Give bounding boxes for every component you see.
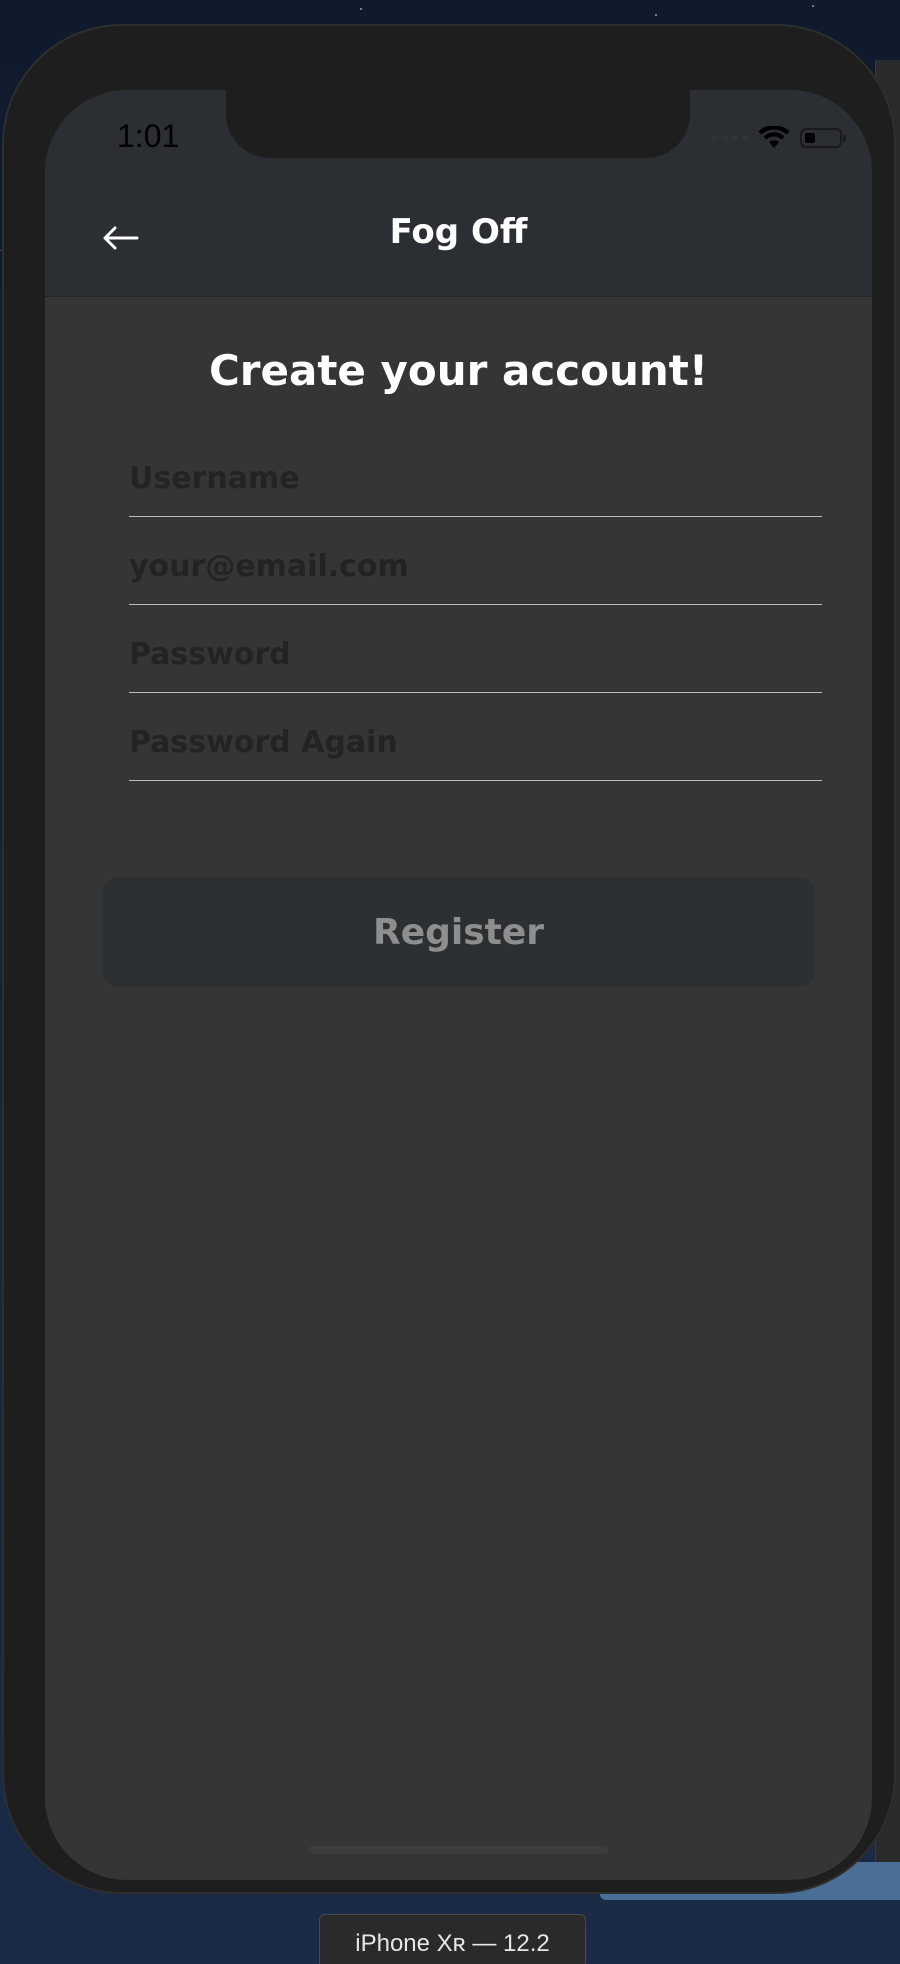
- desktop-star: [360, 8, 362, 10]
- register-button[interactable]: Register: [102, 877, 815, 987]
- app-screen: 1:01 Fog Off Create your account! Userna…: [45, 90, 872, 1880]
- wifi-icon: [758, 126, 790, 148]
- device-notch: [226, 90, 690, 158]
- desktop-star: [812, 5, 814, 7]
- password-input[interactable]: [129, 632, 822, 676]
- password-again-field: [129, 693, 822, 781]
- status-time: 1:01: [117, 118, 180, 154]
- password-field: [129, 605, 822, 693]
- navigation-bar: 1:01 Fog Off: [45, 90, 872, 297]
- simulator-device-label: iPhone Xʀ — 12.2: [319, 1914, 586, 1964]
- status-icons: [712, 124, 846, 152]
- desktop-star: [655, 14, 657, 16]
- nav-title: Fog Off: [389, 212, 528, 252]
- username-input[interactable]: [129, 456, 822, 500]
- password-again-input[interactable]: [129, 720, 822, 764]
- battery-level: [805, 133, 815, 143]
- home-indicator: [308, 1846, 608, 1854]
- battery-icon: [800, 128, 846, 148]
- simulator-device-frame: 1:01 Fog Off Create your account! Userna…: [2, 24, 896, 1894]
- email-field: [129, 517, 822, 605]
- username-field: [129, 429, 822, 517]
- cellular-signal-icon: [712, 135, 748, 141]
- email-input[interactable]: [129, 544, 822, 588]
- page-heading: Create your account!: [208, 346, 709, 395]
